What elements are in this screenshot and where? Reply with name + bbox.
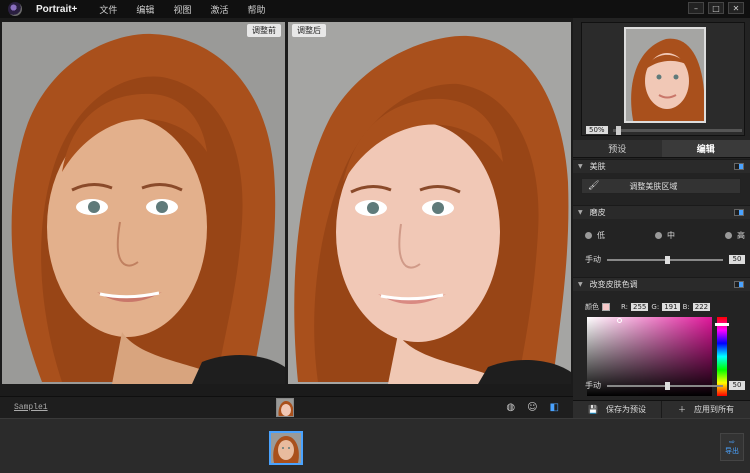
- section-skintone-title: 改变皮肤色调: [589, 280, 638, 289]
- smoothing-manual-row: 手动 50: [585, 254, 745, 265]
- section-smoothing-toggle[interactable]: [734, 209, 744, 216]
- minimize-button[interactable]: –: [688, 2, 704, 14]
- status-strip: Sample1 ◍ ☺ ◧: [0, 396, 573, 418]
- smoothing-option-low[interactable]: 低: [585, 230, 605, 241]
- skintone-manual-row: 手动 50: [585, 380, 745, 391]
- save-icon: 💾: [588, 405, 598, 414]
- app-title: Portrait+: [36, 3, 78, 15]
- right-panel: 50% 预设 编辑 ▼ 美肤 🖌 调整美肤区域 ▼ 磨皮 低 中 高 手动 50…: [573, 18, 750, 418]
- section-beauty-header[interactable]: ▼ 美肤: [573, 159, 750, 173]
- plus-icon: ＋: [678, 405, 686, 414]
- panel-tabs: 预设 编辑: [573, 140, 750, 158]
- brush-icon: 🖌: [588, 181, 600, 191]
- zoom-slider-knob[interactable]: [615, 125, 621, 135]
- title-bar: Portrait+ 文件 编辑 视图 激活 帮助 – □ ✕: [0, 0, 750, 18]
- skintone-slider-knob[interactable]: [665, 381, 670, 390]
- view-mode-icons: ◍ ☺ ◧: [506, 402, 559, 413]
- color-swatch[interactable]: [602, 303, 610, 311]
- export-label: 导出: [725, 447, 739, 455]
- zoom-value: 50%: [586, 126, 608, 134]
- collapse-arrow-icon[interactable]: ▼: [578, 163, 583, 170]
- tab-edit[interactable]: 编辑: [661, 140, 750, 158]
- skin-color-row: 颜色 R: 255 G: 191 B: 222: [585, 302, 745, 312]
- menu-activate[interactable]: 激活: [210, 3, 228, 16]
- before-portrait-image: [2, 22, 285, 384]
- adjust-skin-area-button[interactable]: 🖌 调整美肤区域: [581, 178, 741, 194]
- tab-presets[interactable]: 预设: [573, 140, 662, 158]
- radio-icon[interactable]: [585, 232, 592, 239]
- smoothing-option-high[interactable]: 高: [725, 230, 745, 241]
- palette-icon[interactable]: ◍: [506, 402, 515, 413]
- save-preset-label: 保存为预设: [605, 405, 646, 414]
- smoothing-manual-slider[interactable]: [607, 255, 723, 264]
- b-value-field[interactable]: 222: [692, 303, 711, 311]
- section-beauty-toggle[interactable]: [734, 163, 744, 170]
- r-value-field[interactable]: 255: [631, 303, 649, 311]
- maximize-button[interactable]: □: [708, 2, 724, 14]
- r-label: R:: [621, 303, 629, 311]
- menu-bar: 文件 编辑 视图 激活 帮助: [99, 3, 284, 16]
- skintone-manual-value[interactable]: 50: [729, 381, 745, 390]
- menu-file[interactable]: 文件: [99, 3, 117, 16]
- navigator-thumbnail[interactable]: [624, 27, 706, 123]
- before-photo-pane[interactable]: 调整前: [2, 22, 285, 384]
- hue-slider-marker[interactable]: [715, 323, 729, 326]
- close-button[interactable]: ✕: [728, 2, 744, 14]
- smoothing-manual-label: 手动: [585, 255, 601, 264]
- current-image-thumbnail[interactable]: [276, 398, 294, 417]
- section-smoothing-title: 磨皮: [589, 208, 606, 217]
- section-beauty-title: 美肤: [589, 162, 606, 171]
- window-controls: – □ ✕: [688, 2, 744, 14]
- smoothing-level-options: 低 中 高: [585, 230, 745, 241]
- collapse-arrow-icon[interactable]: ▼: [578, 209, 583, 216]
- after-photo-pane[interactable]: 调整后: [288, 22, 571, 384]
- picker-cursor[interactable]: [617, 318, 622, 323]
- section-smoothing-header[interactable]: ▼ 磨皮: [573, 205, 750, 219]
- smoothing-manual-value[interactable]: 50: [729, 255, 745, 264]
- apply-all-button[interactable]: ＋ 应用到所有: [661, 401, 750, 418]
- g-label: G:: [651, 303, 660, 311]
- export-button[interactable]: ⇨ 导出: [720, 433, 744, 461]
- after-portrait-image: [288, 22, 571, 384]
- action-row: 💾 保存为预设 ＋ 应用到所有: [573, 400, 750, 418]
- filmstrip: ⇨ 导出: [0, 418, 750, 473]
- g-value-field[interactable]: 191: [662, 303, 680, 311]
- save-preset-button[interactable]: 💾 保存为预设: [573, 401, 661, 418]
- color-label: 颜色: [585, 303, 599, 311]
- adjust-skin-area-label: 调整美肤区域: [629, 181, 678, 191]
- radio-icon[interactable]: [725, 232, 732, 239]
- menu-help[interactable]: 帮助: [247, 3, 265, 16]
- small-portrait-image: [277, 399, 293, 416]
- filmstrip-portrait-image: [271, 433, 301, 463]
- app-logo-icon: [8, 2, 22, 16]
- export-icon: ⇨: [729, 438, 735, 446]
- smoothing-slider-knob[interactable]: [665, 255, 670, 264]
- navigator-preview[interactable]: 50%: [581, 22, 745, 136]
- skintone-manual-label: 手动: [585, 381, 601, 390]
- filmstrip-thumbnail[interactable]: [269, 431, 303, 465]
- b-label: B:: [682, 303, 690, 311]
- apply-all-label: 应用到所有: [694, 405, 734, 414]
- skintone-manual-slider[interactable]: [607, 381, 723, 390]
- zoom-control: 50%: [586, 125, 742, 135]
- section-skintone-toggle[interactable]: [734, 281, 744, 288]
- section-skintone-header[interactable]: ▼ 改变皮肤色调: [573, 277, 750, 291]
- collapse-arrow-icon[interactable]: ▼: [578, 281, 583, 288]
- after-label: 调整后: [292, 24, 326, 37]
- menu-view[interactable]: 视图: [173, 3, 191, 16]
- zoom-slider[interactable]: [612, 125, 742, 135]
- sample-name-link[interactable]: Sample1: [14, 403, 48, 412]
- smoothing-option-medium[interactable]: 中: [655, 230, 675, 241]
- face-icon[interactable]: ☺: [527, 402, 537, 413]
- split-view-icon[interactable]: ◧: [550, 402, 559, 413]
- radio-icon[interactable]: [655, 232, 662, 239]
- before-label: 调整前: [247, 24, 281, 37]
- menu-edit[interactable]: 编辑: [136, 3, 154, 16]
- navigator-portrait-image: [626, 29, 704, 121]
